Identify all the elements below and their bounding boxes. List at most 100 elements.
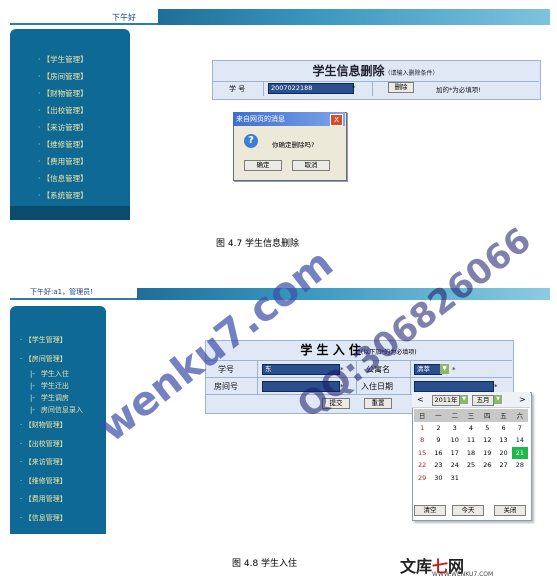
- divider: [257, 360, 258, 394]
- divider: [410, 360, 411, 394]
- calendar-day[interactable]: 27: [495, 459, 511, 472]
- delete-button[interactable]: 删除: [388, 82, 414, 93]
- today-button[interactable]: 今天: [452, 505, 484, 516]
- sidebar-item-fee[interactable]: 【费用管理】: [38, 153, 87, 170]
- form-row: [212, 81, 539, 96]
- sidebar-item-room[interactable]: 【房间管理】: [38, 68, 87, 85]
- sidebar-item-visit[interactable]: 【来访管理】: [20, 453, 83, 472]
- calendar-day[interactable]: 6: [495, 422, 511, 435]
- clear-button[interactable]: 清空: [414, 505, 446, 516]
- calendar-day[interactable]: 3: [447, 422, 463, 435]
- sidebar-item-property[interactable]: 【财物管理】: [20, 416, 83, 435]
- required-note: 加的*为必填项!: [436, 86, 481, 94]
- chevron-down-icon[interactable]: ▼: [460, 395, 468, 404]
- required-mark: *: [352, 84, 356, 92]
- year-select[interactable]: 2011年: [432, 395, 460, 406]
- sidebar-item-fee[interactable]: 【费用管理】: [20, 490, 83, 509]
- calendar-day[interactable]: 5: [479, 422, 495, 435]
- calendar-day[interactable]: 26: [479, 459, 495, 472]
- calendar-day[interactable]: 20: [495, 447, 511, 460]
- figure-caption: 图 4.8 学生入住: [232, 559, 298, 569]
- date-input[interactable]: [414, 381, 494, 392]
- sidebar-item-room[interactable]: 【房间管理】: [20, 350, 83, 369]
- calendar-day[interactable]: 15: [414, 447, 430, 460]
- sidebar-item-student[interactable]: 【学生管理】: [20, 331, 83, 350]
- calendar-day[interactable]: 1: [414, 422, 430, 435]
- weekday-header: 一: [430, 409, 447, 422]
- close-icon[interactable]: X: [330, 114, 343, 126]
- calendar-grid: 日一二三四五六 1 2 3 4 5 6 7 8 9 10 11 12 13 14 15 16 17 18 19 20 21…: [414, 409, 528, 484]
- calendar-day[interactable]: 4: [463, 422, 479, 435]
- calendar-day[interactable]: 31: [447, 472, 463, 485]
- room-label: 房间号: [214, 382, 238, 391]
- prev-month-button[interactable]: <: [417, 395, 424, 404]
- cancel-button[interactable]: 取消: [292, 160, 330, 171]
- calendar-day[interactable]: 21: [511, 446, 528, 459]
- calendar-day[interactable]: 13: [495, 434, 511, 447]
- calendar-day[interactable]: 29: [414, 472, 430, 485]
- figure-caption: 图 4.7 学生信息删除: [216, 239, 300, 249]
- sidebar-subitem-transfer[interactable]: 学生调房: [20, 392, 83, 404]
- month-select[interactable]: 五月: [472, 395, 494, 406]
- calendar-day[interactable]: 12: [479, 434, 495, 447]
- sidebar-subitem-checkout[interactable]: 学生迁出: [20, 380, 83, 392]
- calendar-day[interactable]: 23: [430, 459, 446, 472]
- weekday-header: 二: [446, 409, 463, 422]
- close-button[interactable]: 关闭: [494, 505, 526, 516]
- calendar-day: [495, 472, 511, 485]
- calendar-day[interactable]: 10: [447, 434, 463, 447]
- calendar-day[interactable]: 30: [430, 472, 446, 485]
- chevron-down-icon[interactable]: ▼: [440, 364, 449, 374]
- sidebar-item-info[interactable]: 【信息管理】: [20, 509, 83, 528]
- calendar-day[interactable]: 14: [512, 434, 528, 447]
- student-id-label: 学 号: [229, 85, 246, 93]
- ok-button[interactable]: 确定: [244, 160, 282, 171]
- sidebar-subitem-room-entry[interactable]: 房间信息录入: [20, 404, 83, 416]
- calendar-day[interactable]: 17: [447, 447, 463, 460]
- calendar-day[interactable]: 8: [414, 434, 430, 447]
- student-id-input[interactable]: 2007022188: [268, 83, 354, 94]
- calendar-day: [479, 472, 495, 485]
- calendar-day[interactable]: 24: [447, 459, 463, 472]
- calendar-day[interactable]: 7: [512, 422, 528, 435]
- required-mark: *: [452, 366, 456, 374]
- weekday-header: 日: [414, 409, 431, 422]
- sidebar-item-property[interactable]: 【财物管理】: [38, 85, 87, 102]
- calendar-day: [463, 472, 479, 485]
- sidebar-subitem-checkin[interactable]: 学生入住: [20, 368, 83, 380]
- sidebar-item-system[interactable]: 【系统管理】: [38, 187, 87, 204]
- dialog-message: 你确定删除吗?: [272, 141, 315, 149]
- calendar-day[interactable]: 19: [479, 447, 495, 460]
- question-icon: ?: [244, 134, 258, 148]
- calendar-day[interactable]: 18: [463, 447, 479, 460]
- dorm-select[interactable]: 清萃: [414, 364, 442, 375]
- calendar-day: [512, 472, 528, 485]
- sidebar-item-student[interactable]: 【学生管理】: [38, 51, 87, 68]
- next-month-button[interactable]: >: [519, 395, 526, 404]
- calendar-day[interactable]: 9: [430, 434, 446, 447]
- weekday-header: 四: [479, 409, 496, 422]
- sidebar-item-visit[interactable]: 【来访管理】: [38, 119, 87, 136]
- sidebar-item-repair[interactable]: 【维修管理】: [38, 136, 87, 153]
- header-line: [10, 23, 158, 25]
- sidebar-item-info[interactable]: 【信息管理】: [38, 170, 87, 187]
- greeting-text: 下午好: [112, 13, 136, 22]
- calendar-day[interactable]: 28: [512, 459, 528, 472]
- header-line: [10, 298, 137, 300]
- calendar-day[interactable]: 2: [430, 422, 446, 435]
- divider: [263, 81, 264, 96]
- sidebar-item-leave[interactable]: 【出校管理】: [38, 102, 87, 119]
- form-title: 学生信息删除（请输入删除条件）: [312, 64, 439, 78]
- sidebar-item-repair[interactable]: 【维修管理】: [20, 472, 83, 491]
- calendar-day[interactable]: 11: [463, 434, 479, 447]
- weekday-header: 五: [495, 409, 512, 422]
- calendar-day[interactable]: 25: [463, 459, 479, 472]
- calendar-day[interactable]: 22: [414, 459, 430, 472]
- chevron-down-icon[interactable]: ▼: [494, 395, 502, 404]
- site-url: WWW.WENKU7.COM: [432, 571, 494, 578]
- sidebar-footer: [10, 206, 130, 220]
- form-subtitle: （请输入删除条件）: [384, 70, 439, 77]
- sidebar-item-leave[interactable]: 【出校管理】: [20, 435, 83, 454]
- reset-button[interactable]: 重置: [364, 398, 392, 409]
- calendar-day[interactable]: 16: [430, 447, 446, 460]
